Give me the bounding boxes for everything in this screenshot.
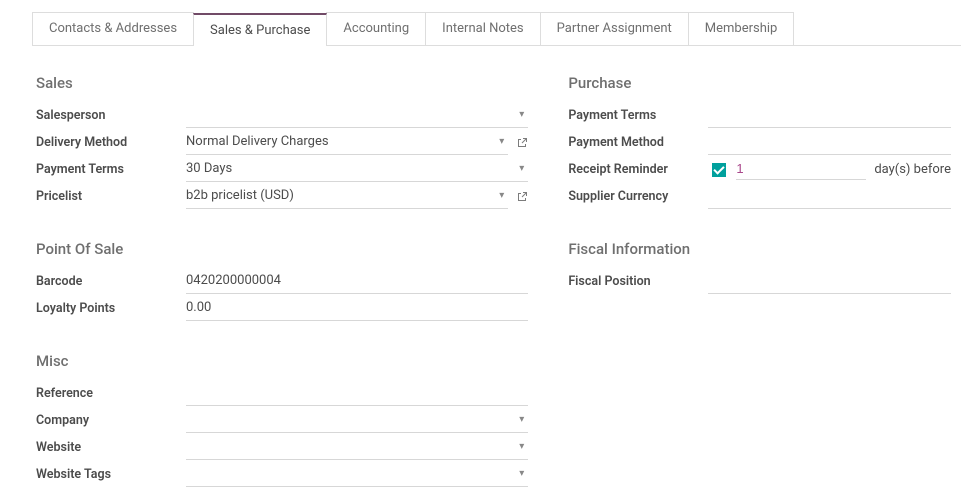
tab-sales-purchase[interactable]: Sales & Purchase (193, 13, 327, 46)
loyalty-field[interactable]: 0.00 (186, 297, 528, 321)
chevron-down-icon[interactable]: ▾ (495, 190, 508, 201)
chevron-down-icon[interactable]: ▾ (515, 414, 528, 425)
salesperson-field[interactable]: ▾ (186, 104, 528, 128)
barcode-field[interactable]: 0420200000004 (186, 270, 528, 294)
barcode-value: 0420200000004 (186, 273, 528, 288)
chevron-down-icon[interactable]: ▾ (515, 468, 528, 479)
external-link-icon[interactable] (516, 137, 528, 149)
supplier-currency-field[interactable] (708, 185, 951, 209)
pricelist-value: b2b pricelist (USD) (186, 188, 495, 203)
tab-accounting[interactable]: Accounting (326, 12, 426, 45)
chevron-down-icon[interactable]: ▾ (515, 441, 528, 452)
purchase-payment-terms-label: Payment Terms (568, 108, 708, 123)
tab-contacts[interactable]: Contacts & Addresses (32, 12, 194, 45)
chevron-down-icon[interactable]: ▾ (495, 136, 508, 147)
misc-heading: Misc (36, 352, 528, 370)
tab-partner-assignment[interactable]: Partner Assignment (540, 12, 689, 45)
delivery-method-field[interactable]: Normal Delivery Charges ▾ (186, 131, 508, 155)
purchase-heading: Purchase (568, 74, 951, 92)
receipt-reminder-label: Receipt Reminder (568, 162, 708, 177)
delivery-method-label: Delivery Method (36, 135, 186, 150)
pricelist-label: Pricelist (36, 189, 186, 204)
receipt-reminder-suffix: day(s) before (874, 162, 951, 177)
chevron-down-icon[interactable]: ▾ (515, 109, 528, 120)
salesperson-label: Salesperson (36, 108, 186, 123)
website-field[interactable]: ▾ (186, 436, 528, 460)
barcode-label: Barcode (36, 274, 186, 289)
supplier-currency-label: Supplier Currency (568, 189, 708, 204)
company-label: Company (36, 413, 186, 428)
fiscal-heading: Fiscal Information (568, 240, 951, 258)
pos-heading: Point Of Sale (36, 240, 528, 258)
reference-label: Reference (36, 386, 186, 401)
external-link-icon[interactable] (516, 191, 528, 203)
purchase-payment-method-label: Payment Method (568, 135, 708, 150)
tab-strip: Contacts & Addresses Sales & Purchase Ac… (32, 12, 961, 46)
purchase-payment-method-field[interactable] (708, 131, 951, 155)
receipt-reminder-checkbox[interactable] (712, 163, 726, 177)
purchase-payment-terms-field[interactable] (708, 104, 951, 128)
pricelist-field[interactable]: b2b pricelist (USD) ▾ (186, 185, 508, 209)
receipt-reminder-days-input[interactable] (736, 159, 866, 180)
sales-heading: Sales (36, 74, 528, 92)
website-label: Website (36, 440, 186, 455)
company-field[interactable]: ▾ (186, 409, 528, 433)
tab-internal-notes[interactable]: Internal Notes (425, 12, 540, 45)
fiscal-position-label: Fiscal Position (568, 274, 708, 289)
reference-field[interactable] (186, 382, 528, 406)
tab-membership[interactable]: Membership (688, 12, 795, 45)
delivery-method-value: Normal Delivery Charges (186, 134, 495, 149)
sales-payment-terms-field[interactable]: 30 Days ▾ (186, 158, 528, 182)
loyalty-label: Loyalty Points (36, 301, 186, 316)
website-tags-field[interactable]: ▾ (186, 463, 528, 487)
sales-payment-terms-value: 30 Days (186, 161, 515, 176)
website-tags-label: Website Tags (36, 467, 186, 482)
chevron-down-icon[interactable]: ▾ (515, 163, 528, 174)
fiscal-position-field[interactable] (708, 270, 951, 294)
loyalty-value: 0.00 (186, 300, 528, 315)
sales-payment-terms-label: Payment Terms (36, 162, 186, 177)
